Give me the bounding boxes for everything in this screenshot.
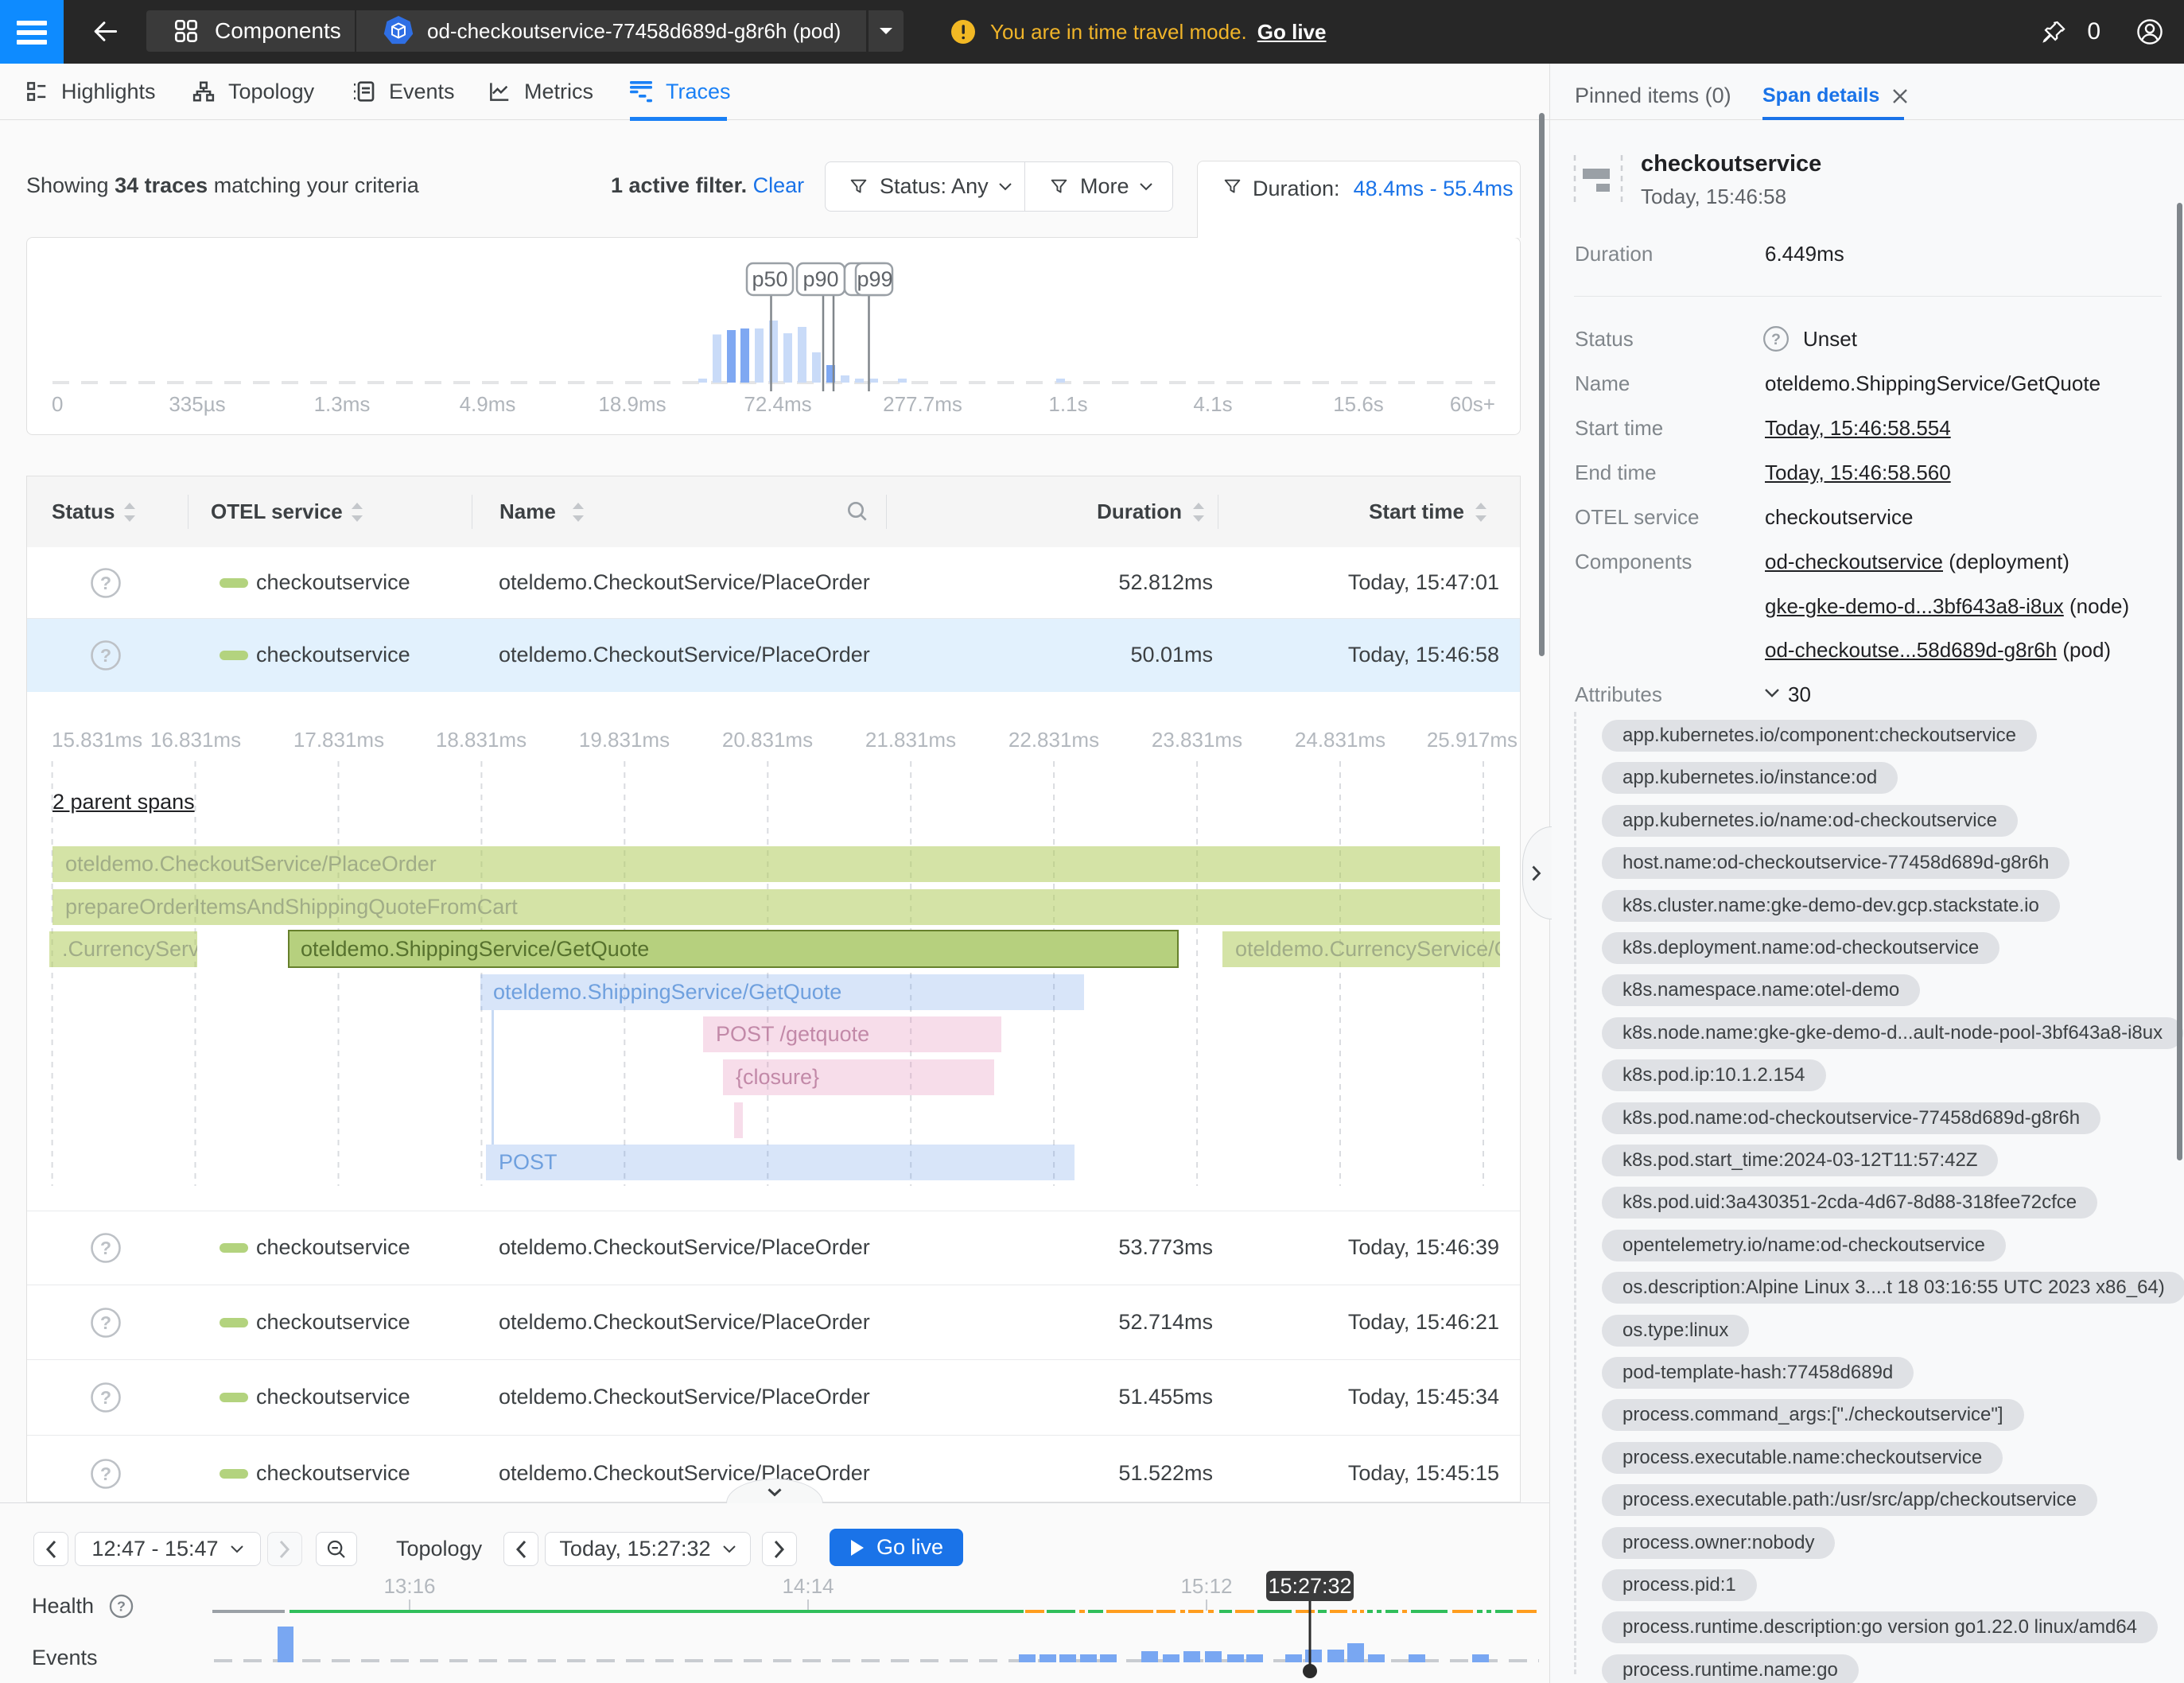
svg-text:60s+: 60s+ — [1450, 392, 1495, 416]
svg-text:277.7ms: 277.7ms — [883, 392, 962, 416]
svg-text:1.3ms: 1.3ms — [314, 392, 371, 416]
svg-text:?: ? — [100, 573, 111, 593]
svg-text:72.4ms: 72.4ms — [744, 392, 811, 416]
svg-text:?: ? — [100, 1312, 111, 1333]
svg-text:4.9ms: 4.9ms — [460, 392, 516, 416]
svg-text:15.6s: 15.6s — [1333, 392, 1384, 416]
svg-text:?: ? — [100, 1238, 111, 1258]
svg-text:1.1s: 1.1s — [1048, 392, 1087, 416]
svg-text:4.1s: 4.1s — [1193, 392, 1232, 416]
svg-text:335µs: 335µs — [169, 392, 225, 416]
svg-text:?: ? — [100, 1463, 111, 1484]
svg-text:18.9ms: 18.9ms — [598, 392, 666, 416]
svg-text:?: ? — [1771, 331, 1781, 348]
svg-text:p50: p50 — [752, 267, 787, 291]
svg-text:0: 0 — [52, 392, 63, 416]
svg-text:?: ? — [100, 645, 111, 666]
svg-text:p90: p90 — [802, 267, 838, 291]
svg-text:?: ? — [100, 1387, 111, 1408]
svg-text:p99: p99 — [857, 267, 892, 291]
